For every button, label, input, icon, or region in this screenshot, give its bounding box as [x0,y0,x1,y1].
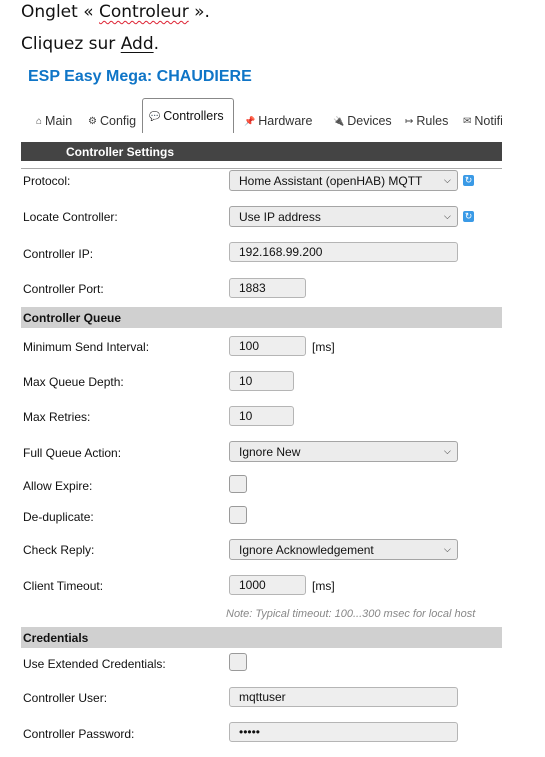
speech-bubble-icon: 💬 [149,110,161,121]
allow-expire-label: Allow Expire: [23,479,93,493]
allow-expire-checkbox[interactable] [229,475,247,493]
chevron-down-icon: ⌵ [444,446,451,456]
instruction-text: ». [188,2,210,22]
tab-notifications[interactable]: ✉ Notifi [463,110,502,132]
full-queue-action-value: Ignore New [239,444,301,459]
instruction-text: Cliquez sur [21,34,121,54]
controller-password-input[interactable]: ••••• [229,722,458,742]
instruction-line-1: Onglet « Controleur ». [21,2,210,22]
instruction-keyword: Controleur [99,2,189,22]
tab-devices[interactable]: 🔌 Devices [333,110,392,132]
client-timeout-unit: [ms] [312,579,335,593]
tab-label: Rules [416,114,449,128]
locate-controller-label: Locate Controller: [23,210,118,224]
tab-main[interactable]: ⌂ Main [36,110,72,132]
tab-label: Controllers [163,109,224,123]
min-send-interval-label: Minimum Send Interval: [23,340,150,354]
refresh-icon[interactable]: ↻ [463,175,474,186]
protocol-label: Protocol: [23,174,71,188]
instruction-line-2: Cliquez sur Add. [21,34,159,54]
max-queue-depth-input[interactable]: 10 [229,371,294,391]
protocol-value: Home Assistant (openHAB) MQTT [239,173,423,188]
credentials-header: Credentials [21,627,502,648]
tab-controllers[interactable]: 💬 Controllers [142,98,234,133]
locate-controller-select[interactable]: Use IP address ⌵ [229,206,458,227]
check-reply-value: Ignore Acknowledgement [239,542,374,557]
controller-user-input[interactable]: mqttuser [229,687,458,707]
client-timeout-input[interactable]: 1000 [229,575,306,595]
home-icon: ⌂ [36,115,43,127]
instruction-text: . [153,34,160,54]
client-timeout-note: Note: Typical timeout: 100...300 msec fo… [226,608,476,620]
envelope-icon: ✉ [463,115,472,127]
locate-controller-value: Use IP address [239,209,321,224]
instruction-text: Onglet « [21,2,100,22]
tab-hardware[interactable]: 📌 Hardware [244,110,312,132]
chevron-down-icon: ⌵ [444,175,451,185]
gear-icon: ⚙ [88,115,97,127]
controller-ip-input[interactable]: 192.168.99.200 [229,242,458,262]
check-reply-select[interactable]: Ignore Acknowledgement ⌵ [229,539,458,560]
pin-icon: 📌 [244,115,256,126]
full-queue-action-select[interactable]: Ignore New ⌵ [229,441,458,462]
max-retries-input[interactable]: 10 [229,406,294,426]
controller-port-input[interactable]: 1883 [229,278,306,298]
plug-icon: 🔌 [333,115,345,126]
instruction-keyword: Add [120,34,154,54]
controller-ip-label: Controller IP: [23,247,94,261]
tab-label: Devices [347,114,392,128]
min-send-interval-unit: [ms] [312,340,335,354]
min-send-interval-input[interactable]: 100 [229,336,306,356]
client-timeout-label: Client Timeout: [23,579,104,593]
tab-label: Notifi [474,114,502,128]
extended-credentials-label: Use Extended Credentials: [23,657,166,671]
tab-divider [21,168,502,169]
controller-settings-header: Controller Settings [21,142,502,161]
app-title: ESP Easy Mega: CHAUDIERE [28,68,252,85]
max-retries-label: Max Retries: [23,410,91,424]
check-reply-label: Check Reply: [23,543,95,557]
controller-password-label: Controller Password: [23,727,135,741]
full-queue-action-label: Full Queue Action: [23,446,122,460]
controller-port-label: Controller Port: [23,282,104,296]
extended-credentials-checkbox[interactable] [229,653,247,671]
controller-queue-header: Controller Queue [21,307,502,328]
max-queue-depth-label: Max Queue Depth: [23,375,124,389]
tab-rules[interactable]: ↦ Rules [405,110,448,132]
tab-label: Config [99,114,137,128]
protocol-select[interactable]: Home Assistant (openHAB) MQTT ⌵ [229,170,458,191]
tab-config[interactable]: ⚙ Config [88,110,136,132]
chevron-down-icon: ⌵ [444,544,451,554]
deduplicate-checkbox[interactable] [229,506,247,524]
tab-bar: ⌂ Main ⚙ Config 💬 Controllers 📌 Hardware 🔌 De… [21,98,502,169]
tab-label: Hardware [258,114,313,128]
chevron-down-icon: ⌵ [444,211,451,221]
controller-user-label: Controller User: [23,691,108,705]
esp-easy-screenshot: ESP Easy Mega: CHAUDIERE ⌂ Main ⚙ Config 💬… [21,62,502,757]
arrow-icon: ↦ [405,115,414,127]
refresh-icon[interactable]: ↻ [463,211,474,222]
deduplicate-label: De-duplicate: [23,510,94,524]
tab-label: Main [45,114,73,128]
